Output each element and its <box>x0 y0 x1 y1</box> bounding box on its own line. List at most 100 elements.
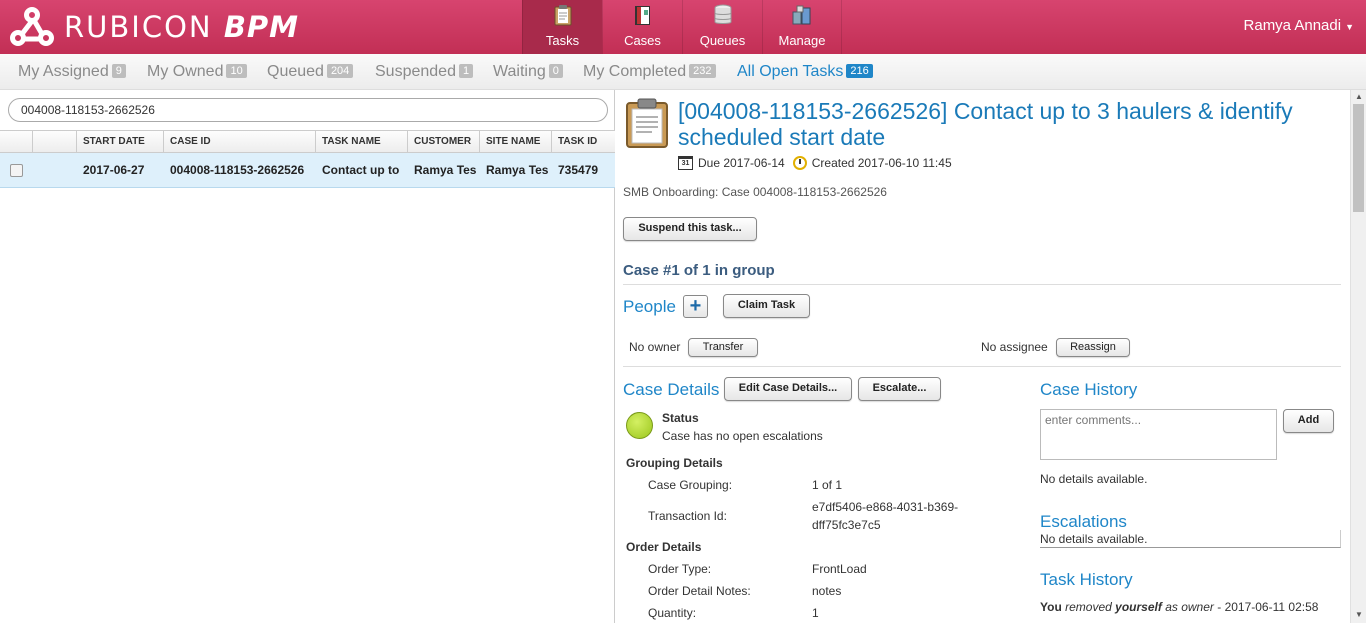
user-name: Ramya Annadi <box>1243 17 1342 34</box>
filter-all-open-tasks[interactable]: All Open Tasks 216 <box>737 63 873 81</box>
status-indicator-icon <box>626 412 653 439</box>
count-badge: 10 <box>226 64 247 78</box>
clipboard-icon <box>626 98 668 148</box>
escalations-list: No details available. <box>1040 530 1341 548</box>
column-header-start-date[interactable]: START DATE <box>77 131 164 152</box>
order-details-heading: Order Details <box>626 540 702 554</box>
task-grid: START DATE CASE ID TASK NAME CUSTOMER SI… <box>0 130 615 188</box>
transfer-button[interactable]: Transfer <box>688 338 758 357</box>
count-badge: 204 <box>326 64 354 78</box>
history-actor: You <box>1040 600 1062 614</box>
scrollbar-thumb[interactable] <box>1353 104 1364 212</box>
onboarding-label: SMB Onboarding: Case 004008-118153-26625… <box>623 185 887 199</box>
history-target: yourself <box>1115 600 1162 614</box>
filter-waiting[interactable]: Waiting 0 <box>493 63 563 81</box>
people-heading: People <box>623 297 676 316</box>
select-column-header <box>0 131 33 152</box>
filter-my-assigned[interactable]: My Assigned 9 <box>18 63 126 81</box>
history-role: as owner <box>1165 600 1214 614</box>
transaction-id-value-cont: dff75fc3e7c5 <box>812 518 881 532</box>
nav-tab-queues[interactable]: Queues <box>682 0 762 54</box>
filter-queued[interactable]: Queued 204 <box>267 63 354 81</box>
top-navigation-bar: RUBICON BPM Tasks Cases Queues Manage Ra… <box>0 0 1366 54</box>
column-header-task-id[interactable]: TASK ID <box>552 131 615 152</box>
reassign-button[interactable]: Reassign <box>1056 338 1130 357</box>
owner-status: No owner <box>629 340 681 354</box>
order-type-label: Order Type: <box>648 562 712 576</box>
cell-customer: Ramya Tes <box>414 163 477 177</box>
detail-scrollbar[interactable]: ▲ ▼ <box>1350 90 1366 623</box>
chevron-down-icon: ▼ <box>1345 22 1354 32</box>
scroll-down-icon[interactable]: ▼ <box>1355 610 1363 619</box>
filter-my-owned[interactable]: My Owned 10 <box>147 63 247 81</box>
filter-suspended[interactable]: Suspended 1 <box>375 63 474 81</box>
quantity-value: 1 <box>812 606 819 620</box>
task-dates: 31 Due 2017-06-14 Created 2017-06-10 11:… <box>678 156 952 170</box>
calendar-icon: 31 <box>678 156 693 170</box>
case-history-empty: No details available. <box>1040 472 1148 486</box>
task-list-pane: START DATE CASE ID TASK NAME CUSTOMER SI… <box>0 90 615 623</box>
logo-suffix: BPM <box>223 10 300 44</box>
order-type-value: FrontLoad <box>812 562 867 576</box>
edit-case-details-button[interactable]: Edit Case Details... <box>724 377 852 401</box>
order-notes-label: Order Detail Notes: <box>648 584 751 598</box>
add-person-button[interactable]: + <box>683 295 708 318</box>
column-header-task-name[interactable]: TASK NAME <box>316 131 408 152</box>
comment-input[interactable] <box>1040 409 1277 460</box>
transaction-id-label: Transaction Id: <box>648 509 727 523</box>
binder-icon <box>634 6 650 25</box>
row-select <box>0 153 33 187</box>
nav-tab-label: Manage <box>778 33 826 48</box>
filter-label: All Open Tasks <box>737 63 844 80</box>
due-date: Due 2017-06-14 <box>698 156 785 170</box>
history-time: - 2017-06-11 02:58 <box>1217 600 1319 614</box>
case-grouping-value: 1 of 1 <box>812 478 843 492</box>
nav-tab-manage[interactable]: Manage <box>762 0 842 54</box>
column-header-case-id[interactable]: CASE ID <box>164 131 316 152</box>
rubicon-logo-icon <box>10 7 54 46</box>
nav-tab-cases[interactable]: Cases <box>602 0 682 54</box>
nav-tab-label: Queues <box>699 33 746 48</box>
add-comment-button[interactable]: Add <box>1283 409 1334 433</box>
task-filter-bar: My Assigned 9 My Owned 10 Queued 204 Suspen… <box>0 54 1366 90</box>
transaction-id-value: e7df5406-e868-4031-b369- <box>812 500 959 514</box>
nav-tab-label: Cases <box>624 33 661 48</box>
escalations-heading: Escalations <box>1040 512 1127 531</box>
count-badge: 0 <box>548 64 563 78</box>
created-date: Created 2017-06-10 11:45 <box>811 156 952 170</box>
task-title: [004008-118153-2662526] Contact up to 3 … <box>678 98 1293 150</box>
claim-task-button[interactable]: Claim Task <box>723 294 810 318</box>
filter-label: My Completed <box>583 63 687 80</box>
case-grouping-label: Case Grouping: <box>648 478 733 492</box>
table-row[interactable]: 2017-06-27 004008-118153-2662526 Contact… <box>0 153 615 188</box>
search-input[interactable] <box>8 98 608 122</box>
filter-label: My Owned <box>147 63 224 80</box>
status-label: Status <box>662 411 699 425</box>
app-logo[interactable]: RUBICON BPM <box>10 7 299 47</box>
nav-tab-tasks[interactable]: Tasks <box>522 0 602 54</box>
filter-my-completed[interactable]: My Completed 232 <box>583 63 716 81</box>
column-header-site-name[interactable]: SITE NAME <box>480 131 552 152</box>
user-menu[interactable]: Ramya Annadi ▼ <box>1244 17 1354 34</box>
suspend-task-button[interactable]: Suspend this task... <box>623 217 757 241</box>
case-history-heading: Case History <box>1040 380 1138 399</box>
clipboard-icon <box>554 5 571 26</box>
database-icon <box>714 4 731 24</box>
filter-label: My Assigned <box>18 63 109 80</box>
logo-text: RUBICON <box>64 10 213 44</box>
scroll-up-icon[interactable]: ▲ <box>1355 92 1363 101</box>
filter-label: Suspended <box>375 63 456 80</box>
manage-icon <box>792 5 811 25</box>
cell-task-id: 735479 <box>558 163 599 177</box>
escalate-button[interactable]: Escalate... <box>858 377 941 401</box>
case-details-heading: Case Details <box>623 380 720 399</box>
task-history-entry: You removed yourself as owner - 2017-06-… <box>1040 600 1318 614</box>
filter-label: Waiting <box>493 63 546 80</box>
row-checkbox[interactable] <box>10 163 23 177</box>
quantity-label: Quantity: <box>648 606 697 620</box>
column-header-customer[interactable]: CUSTOMER <box>408 131 480 152</box>
escalations-empty: No details available. <box>1040 532 1148 546</box>
task-detail-pane: [004008-118153-2662526] Contact up to 3 … <box>615 90 1350 623</box>
cell-task-name: Contact up to <box>322 163 400 177</box>
divider <box>623 284 1341 285</box>
